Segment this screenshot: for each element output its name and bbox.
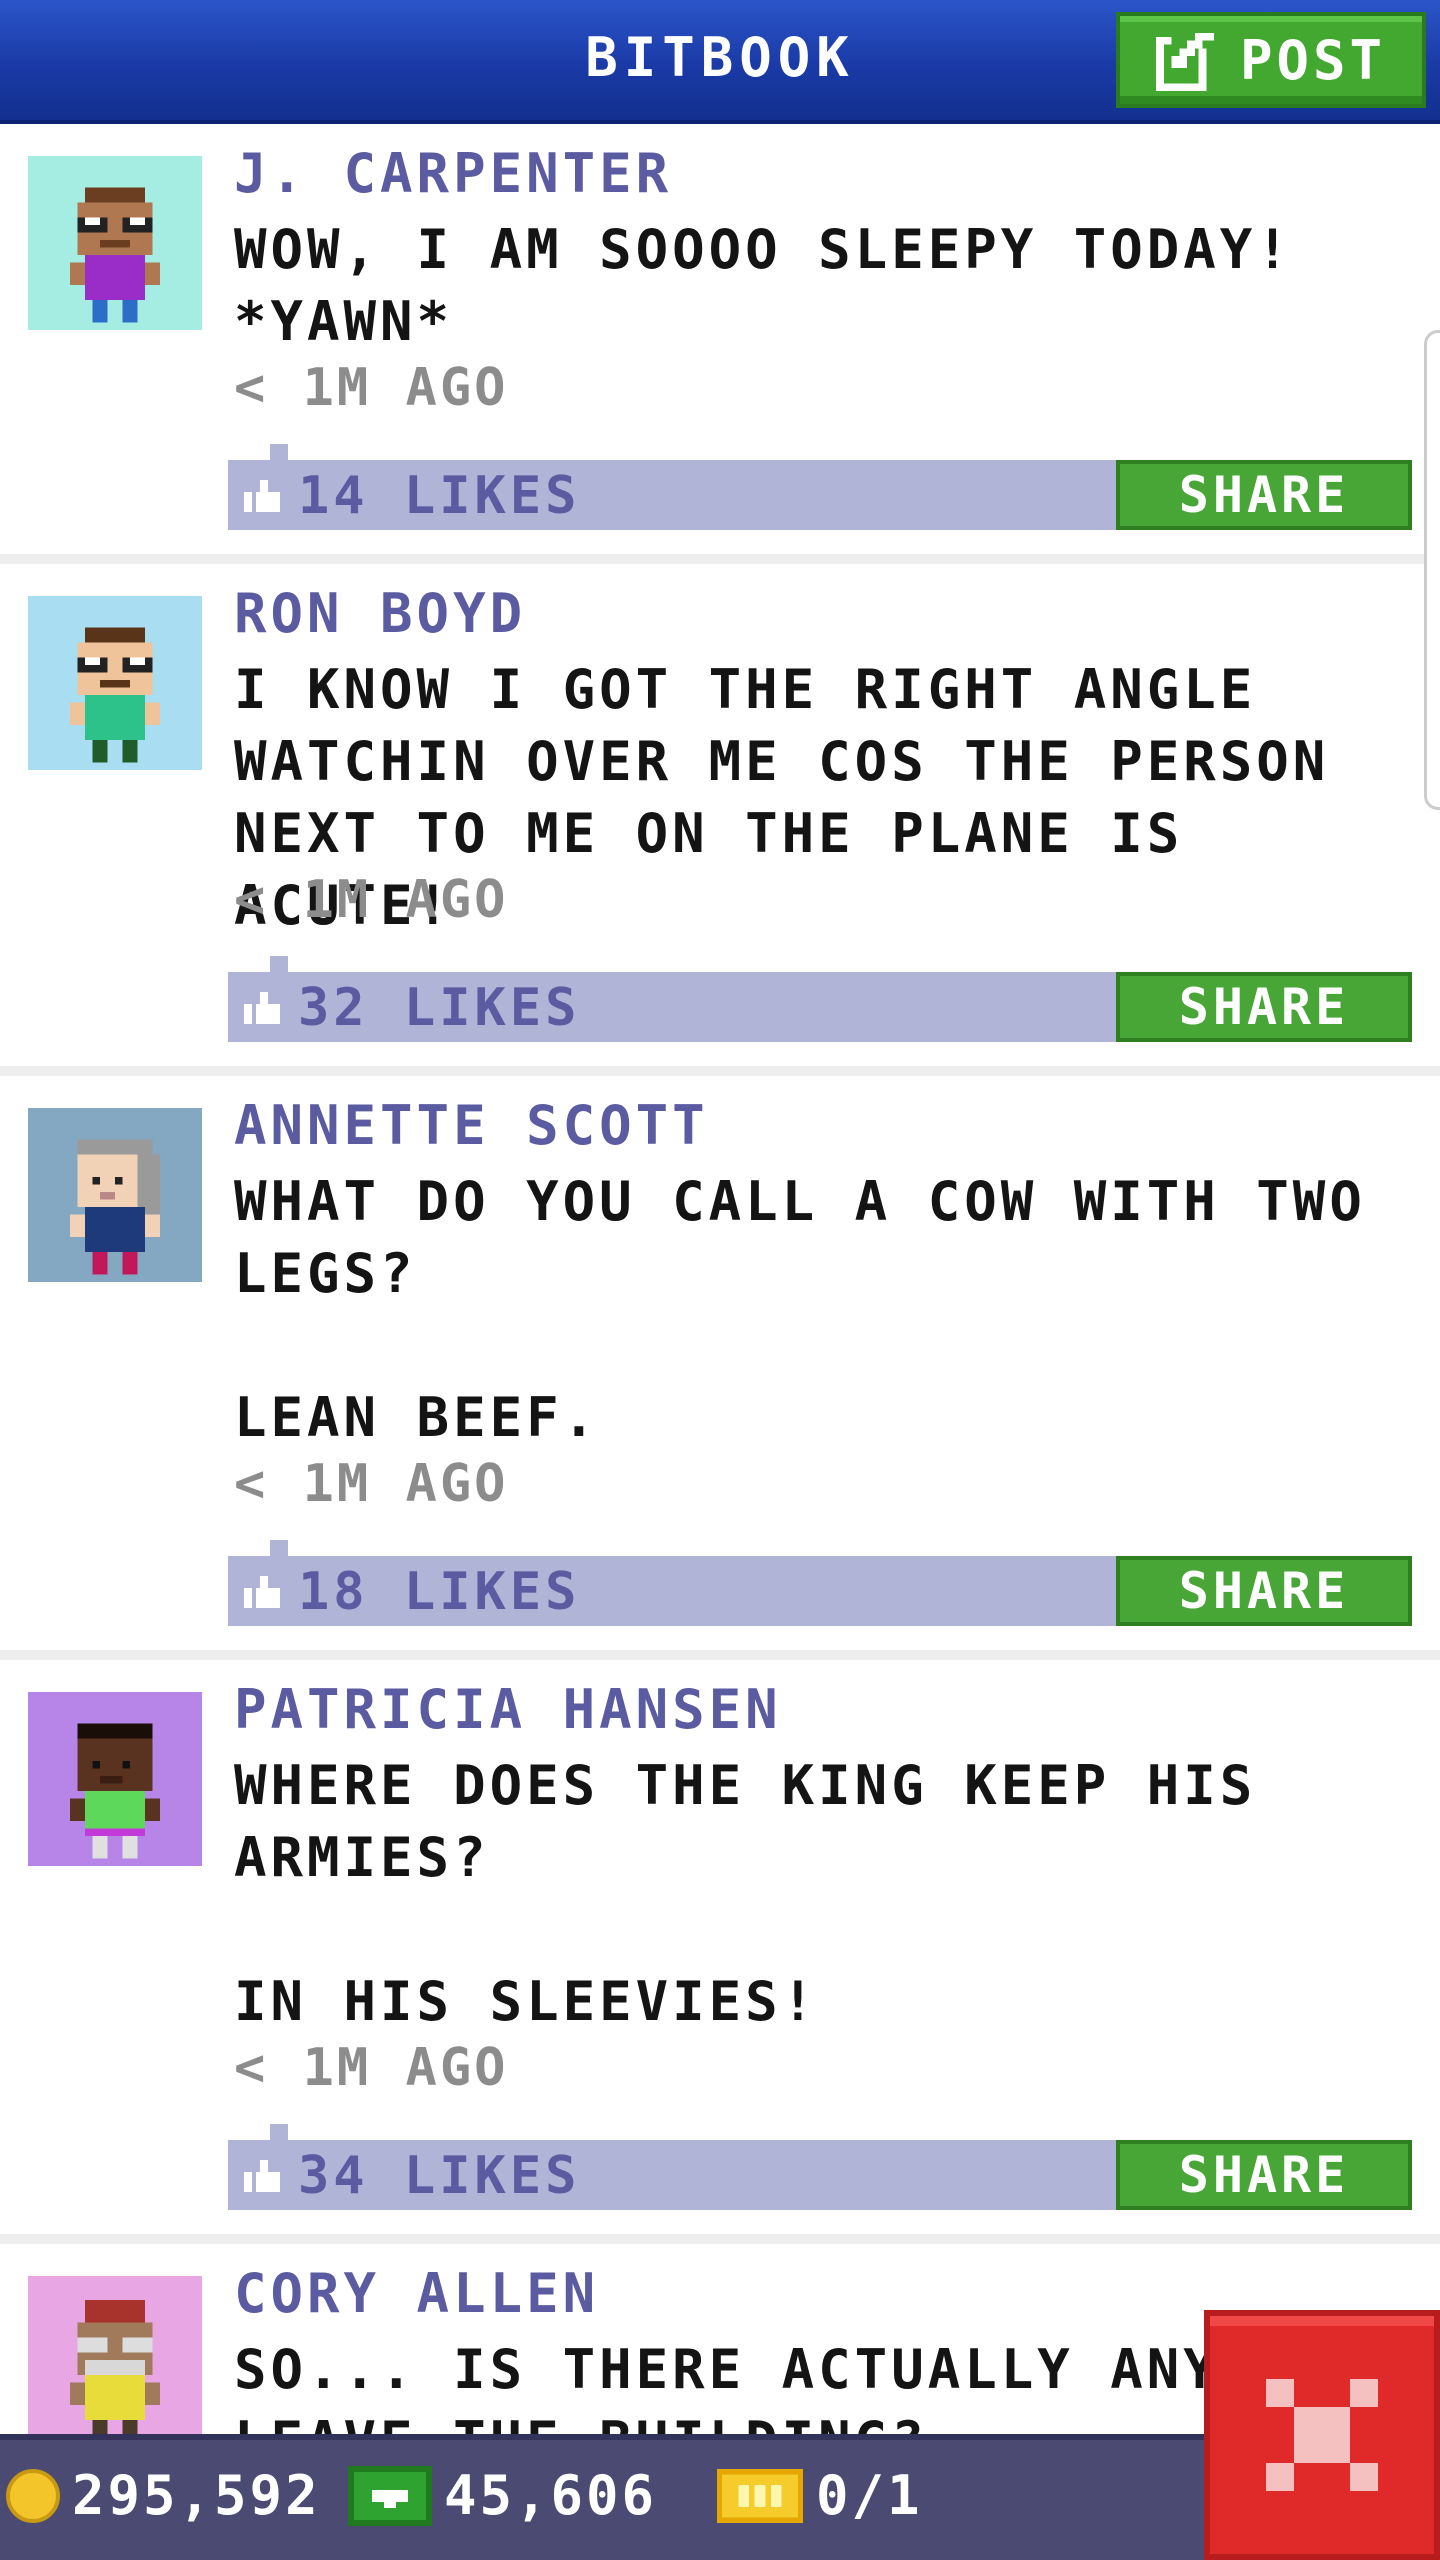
ticket-icon [716, 2468, 804, 2523]
avatar[interactable] [28, 2276, 202, 2434]
close-icon [1266, 2379, 1378, 2491]
thumbs-up-icon [244, 1576, 280, 1608]
like-count[interactable]: 14 LIKES [244, 466, 580, 526]
post-text: WHERE DOES THE KING KEEP HIS ARMIES? IN … [234, 1754, 1257, 2033]
like-bar: 34 LIKES SHARE [228, 2124, 1412, 2210]
thumbs-up-icon [244, 992, 280, 1024]
feed-post: PATRICIA HANSEN WHERE DOES THE KING KEEP… [0, 1660, 1440, 2244]
avatar[interactable] [28, 1108, 202, 1282]
avatar[interactable] [28, 1692, 202, 1866]
bitbook-feed[interactable]: J. CARPENTER WOW, I AM SOOOO SLEEPY TODA… [0, 124, 1440, 2434]
bux-stat: 45,606 [348, 2464, 657, 2527]
feed-post: J. CARPENTER WOW, I AM SOOOO SLEEPY TODA… [0, 124, 1440, 564]
edit-icon [1155, 32, 1215, 91]
post-time: < 1M AGO [234, 358, 509, 418]
bux-value: 45,606 [444, 2464, 658, 2527]
thumbs-up-icon [244, 2160, 280, 2192]
post-button[interactable]: POST [1116, 12, 1426, 108]
bux-icon [348, 2465, 432, 2526]
post-author[interactable]: CORY ALLEN [234, 2262, 599, 2325]
scroll-indicator[interactable] [1424, 330, 1440, 810]
post-author[interactable]: PATRICIA HANSEN [234, 1678, 782, 1741]
like-count[interactable]: 18 LIKES [244, 1562, 580, 1622]
avatar[interactable] [28, 596, 202, 770]
tickets-value: 0/1 [816, 2464, 923, 2527]
share-button[interactable]: SHARE [1116, 972, 1412, 1042]
like-count[interactable]: 34 LIKES [244, 2146, 580, 2206]
feed-post: RON BOYD I KNOW I GOT THE RIGHT ANGLE WA… [0, 564, 1440, 1076]
avatar[interactable] [28, 156, 202, 330]
coin-icon [6, 2468, 60, 2523]
post-author[interactable]: J. CARPENTER [234, 142, 672, 205]
thumbs-up-icon [244, 480, 280, 512]
post-time: < 1M AGO [234, 870, 509, 930]
tickets-stat: 0/1 [716, 2464, 923, 2527]
like-bar: 18 LIKES SHARE [228, 1540, 1412, 1626]
share-button[interactable]: SHARE [1116, 460, 1412, 530]
like-bar: 32 LIKES SHARE [228, 956, 1412, 1042]
close-button[interactable] [1204, 2310, 1440, 2560]
post-text: WOW, I AM SOOOO SLEEPY TODAY! *YAWN* [234, 218, 1293, 353]
post-author[interactable]: ANNETTE SCOTT [234, 1094, 709, 1157]
post-text: WHAT DO YOU CALL A COW WITH TWO LEGS? LE… [234, 1170, 1366, 1449]
share-button[interactable]: SHARE [1116, 2140, 1412, 2210]
post-button-label: POST [1239, 28, 1387, 92]
header-bar: BITBOOK POST [0, 0, 1440, 124]
like-count[interactable]: 32 LIKES [244, 978, 580, 1038]
coins-stat: 295,592 [6, 2464, 321, 2527]
post-author[interactable]: RON BOYD [234, 582, 526, 645]
post-time: < 1M AGO [234, 2038, 509, 2098]
share-button[interactable]: SHARE [1116, 1556, 1412, 1626]
like-bar: 14 LIKES SHARE [228, 444, 1412, 530]
feed-post: ANNETTE SCOTT WHAT DO YOU CALL A COW WIT… [0, 1076, 1440, 1660]
coins-value: 295,592 [72, 2464, 321, 2527]
post-time: < 1M AGO [234, 1454, 509, 1514]
